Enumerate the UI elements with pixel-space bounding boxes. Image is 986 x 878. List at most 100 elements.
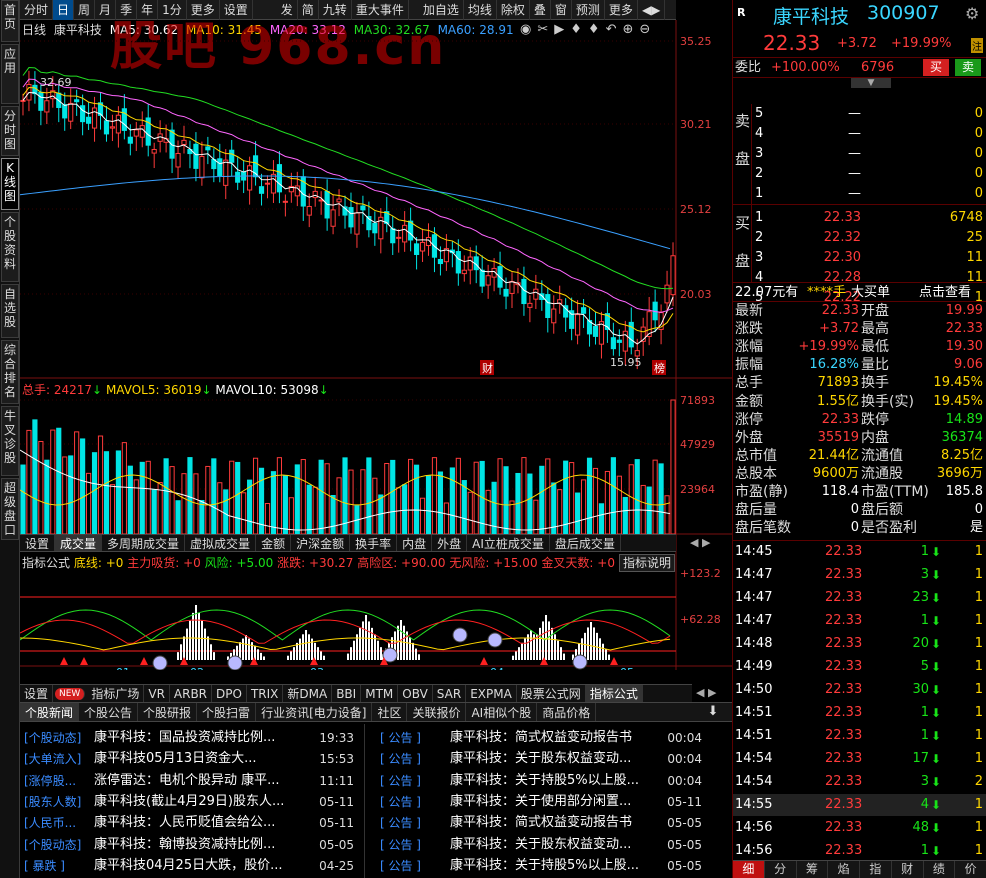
vol_tabs-tab-2[interactable]: 多周期成交量 — [102, 535, 186, 551]
tick-row[interactable]: 14:50 22.33 30 ⬇ 1 — [733, 679, 986, 701]
side-tab-2[interactable]: 分时图 — [1, 106, 19, 156]
ind_tabs-tab-6[interactable]: TRIX — [247, 685, 284, 702]
news-title[interactable]: 涨停雷达：电机个股异动 康平... — [94, 771, 280, 791]
vol_tabs-tab-1[interactable]: 成交量 — [55, 535, 103, 551]
tick-row[interactable]: 14:54 22.33 17 ⬇ 1 — [733, 748, 986, 770]
next-icon[interactable]: ▶ — [708, 686, 716, 699]
news-item[interactable]: [个股动态] 康平科技：翰博投资减持比例... 05-05 — [24, 835, 354, 855]
news-item[interactable]: [ 公告 ] 康平科技：关于股东权益变动... 05-05 — [380, 835, 702, 855]
news_tabs-tab-8[interactable]: 商品价格 — [537, 703, 597, 721]
ind_tabs-tab-12[interactable]: EXPMA — [466, 685, 517, 702]
prev-icon[interactable]: ◀ — [696, 686, 704, 699]
ind_tabs-tab-8[interactable]: BBI — [332, 685, 362, 702]
side-tab-4[interactable]: 个股资料 — [1, 212, 19, 282]
vol_tabs-tab-7[interactable]: 内盘 — [397, 535, 433, 551]
toolbar-item-19[interactable]: 更多 — [605, 0, 638, 20]
news_tabs-tab-3[interactable]: 个股扫雷 — [197, 703, 257, 721]
side-tab-3[interactable]: K线图 — [1, 158, 19, 210]
toolbar-item-16[interactable]: 叠 — [530, 0, 551, 20]
news-item[interactable]: [大单流入] 康平科技05月13日资金大... 15:53 — [24, 749, 354, 769]
news-item[interactable]: [ 暴跌 ] 康平科技04月25日大跌，股价... 04-25 — [24, 856, 354, 876]
news-item[interactable]: [ 公告 ] 康平科技：关于持股5%以上股... 05-05 — [380, 856, 702, 876]
vol_tabs-tab-5[interactable]: 沪深金额 — [291, 535, 351, 551]
ind_tabs-tab-13[interactable]: 股票公式网 — [517, 685, 586, 702]
news-item[interactable]: [ 公告 ] 康平科技：关于使用部分闲置... 05-11 — [380, 792, 702, 812]
toolbar-item-17[interactable]: 窗 — [551, 0, 572, 20]
news_tabs-tab-7[interactable]: AI相似个股 — [466, 703, 538, 721]
panel-tab-0[interactable]: 细 — [733, 861, 765, 878]
panel-tab-4[interactable]: 指 — [860, 861, 892, 878]
collapse-icon[interactable]: ▼ — [851, 78, 891, 88]
panel-tab-6[interactable]: 绩 — [924, 861, 956, 878]
panel-tab-7[interactable]: 价 — [955, 861, 986, 878]
sell-level[interactable]: 4 — 0 — [733, 124, 986, 144]
ind_tabs-tab-0[interactable]: 设置 — [20, 685, 54, 702]
ind_tabs-tab-1[interactable]: NEW — [55, 688, 86, 700]
panel-tab-3[interactable]: 焰 — [828, 861, 860, 878]
sell-level[interactable]: 2 — 0 — [733, 164, 986, 184]
side-tab-1[interactable]: 应用 — [1, 44, 19, 104]
news-item[interactable]: [人民币... 康平科技：人民币贬值会给公... 05-11 — [24, 813, 354, 833]
toolbar-item-14[interactable]: 均线 — [464, 0, 497, 20]
buy-level[interactable]: 3 22.30 11 — [733, 248, 986, 268]
kline-chart[interactable]: 35.25 30.21 25.12 20.03 71893 47929 23964 +123.… — [20, 20, 732, 670]
news-title[interactable]: 康平科技：人民币贬值会给公... — [94, 813, 275, 833]
toolbar-item-18[interactable]: 预测 — [572, 0, 605, 20]
news-item[interactable]: [ 公告 ] 康平科技：简式权益变动报告书 05-05 — [380, 813, 702, 833]
side-tab-7[interactable]: 牛叉诊股 — [1, 406, 19, 476]
tick-row[interactable]: 14:56 22.33 48 ⬇ 1 — [733, 817, 986, 839]
ind_tabs-tab-14[interactable]: 指标公式 — [585, 685, 643, 702]
news-item[interactable]: [ 公告 ] 康平科技：关于股东权益变动... 00:04 — [380, 749, 702, 769]
ind_tabs-tab-4[interactable]: ARBR — [170, 685, 213, 702]
side-tab-6[interactable]: 综合排名 — [1, 340, 19, 404]
news-item[interactable]: [个股动态] 康平科技：国品投资减持比例... 19:33 — [24, 728, 354, 748]
news-title[interactable]: 康平科技：关于持股5%以上股... — [450, 856, 639, 876]
vol_tabs-tab-6[interactable]: 换手率 — [350, 535, 398, 551]
vol_tabs-tab-9[interactable]: AI立桩成交量 — [467, 535, 550, 551]
tick-row[interactable]: 14:55 22.33 4 ⬇ 1 — [733, 794, 986, 816]
tick-row[interactable]: 14:47 22.33 1 ⬇ 1 — [733, 610, 986, 632]
news-item[interactable]: [涨停股... 涨停雷达：电机个股异动 康平... 11:11 — [24, 771, 354, 791]
news-title[interactable]: 康平科技：关于使用部分闲置... — [450, 792, 631, 812]
news-title[interactable]: 康平科技：简式权益变动报告书 — [450, 813, 632, 833]
news-item[interactable]: [ 公告 ] 康平科技：关于持股5%以上股... 00:04 — [380, 771, 702, 791]
vol_tabs-tab-8[interactable]: 外盘 — [432, 535, 468, 551]
panel-tab-2[interactable]: 筹 — [797, 861, 829, 878]
vol_tabs-tab-0[interactable]: 设置 — [20, 535, 56, 551]
next-icon[interactable]: ▶ — [702, 536, 710, 549]
vol_tabs-tab-3[interactable]: 虚拟成交量 — [185, 535, 257, 551]
news_tabs-tab-2[interactable]: 个股研报 — [138, 703, 198, 721]
news_tabs-tab-0[interactable]: 个股新闻 — [20, 703, 80, 721]
indicator-help-button[interactable]: 指标说明 — [619, 554, 675, 572]
news-title[interactable]: 康平科技：翰博投资减持比例... — [94, 835, 275, 855]
ind_tabs-tab-2[interactable]: 指标广场 — [87, 685, 145, 702]
news-title[interactable]: 康平科技：国品投资减持比例... — [94, 728, 275, 748]
news-title[interactable]: 康平科技05月13日资金大... — [94, 749, 256, 769]
tick-row[interactable]: 14:56 22.33 1 ⬇ 1 — [733, 840, 986, 862]
side-tab-5[interactable]: 自选股 — [1, 284, 19, 338]
buy-level[interactable]: 2 22.32 25 — [733, 228, 986, 248]
news-title[interactable]: 康平科技：关于持股5%以上股... — [450, 771, 639, 791]
news-title[interactable]: 康平科技：关于股东权益变动... — [450, 835, 631, 855]
news_tabs-tab-6[interactable]: 关联报价 — [407, 703, 467, 721]
buy-button[interactable]: 买 — [923, 59, 949, 76]
panel-tab-1[interactable]: 分 — [765, 861, 797, 878]
toolbar-item-15[interactable]: 除权 — [497, 0, 530, 20]
news-item[interactable]: [ 公告 ] 康平科技：简式权益变动报告书 00:04 — [380, 728, 702, 748]
vol_tabs-tab-4[interactable]: 金额 — [256, 535, 292, 551]
ind_tabs-tab-10[interactable]: OBV — [398, 685, 433, 702]
ind_tabs-tab-3[interactable]: VR — [144, 685, 170, 702]
sell-button[interactable]: 卖 — [955, 59, 981, 76]
tick-row[interactable]: 14:51 22.33 1 ⬇ 1 — [733, 725, 986, 747]
tick-row[interactable]: 14:51 22.33 1 ⬇ 1 — [733, 702, 986, 724]
vol_tabs-tab-10[interactable]: 盘后成交量 — [550, 535, 621, 551]
news_tabs-tab-4[interactable]: 行业资讯[电力设备] — [256, 703, 373, 721]
tick-row[interactable]: 14:45 22.33 1 ⬇ 1 — [733, 541, 986, 563]
ind_tabs-tab-7[interactable]: 新DMA — [283, 685, 333, 702]
toolbar-item-2[interactable]: 周 — [74, 0, 96, 20]
sell-level[interactable]: 5 — 0 — [733, 104, 986, 124]
tick-row[interactable]: 14:54 22.33 3 ⬇ 2 — [733, 771, 986, 793]
gear-icon[interactable]: ⚙ — [965, 4, 979, 23]
news-item[interactable]: [股东人数] 康平科技(截止4月29日)股东人... 05-11 — [24, 792, 354, 812]
ind_tabs-tab-11[interactable]: SAR — [433, 685, 467, 702]
